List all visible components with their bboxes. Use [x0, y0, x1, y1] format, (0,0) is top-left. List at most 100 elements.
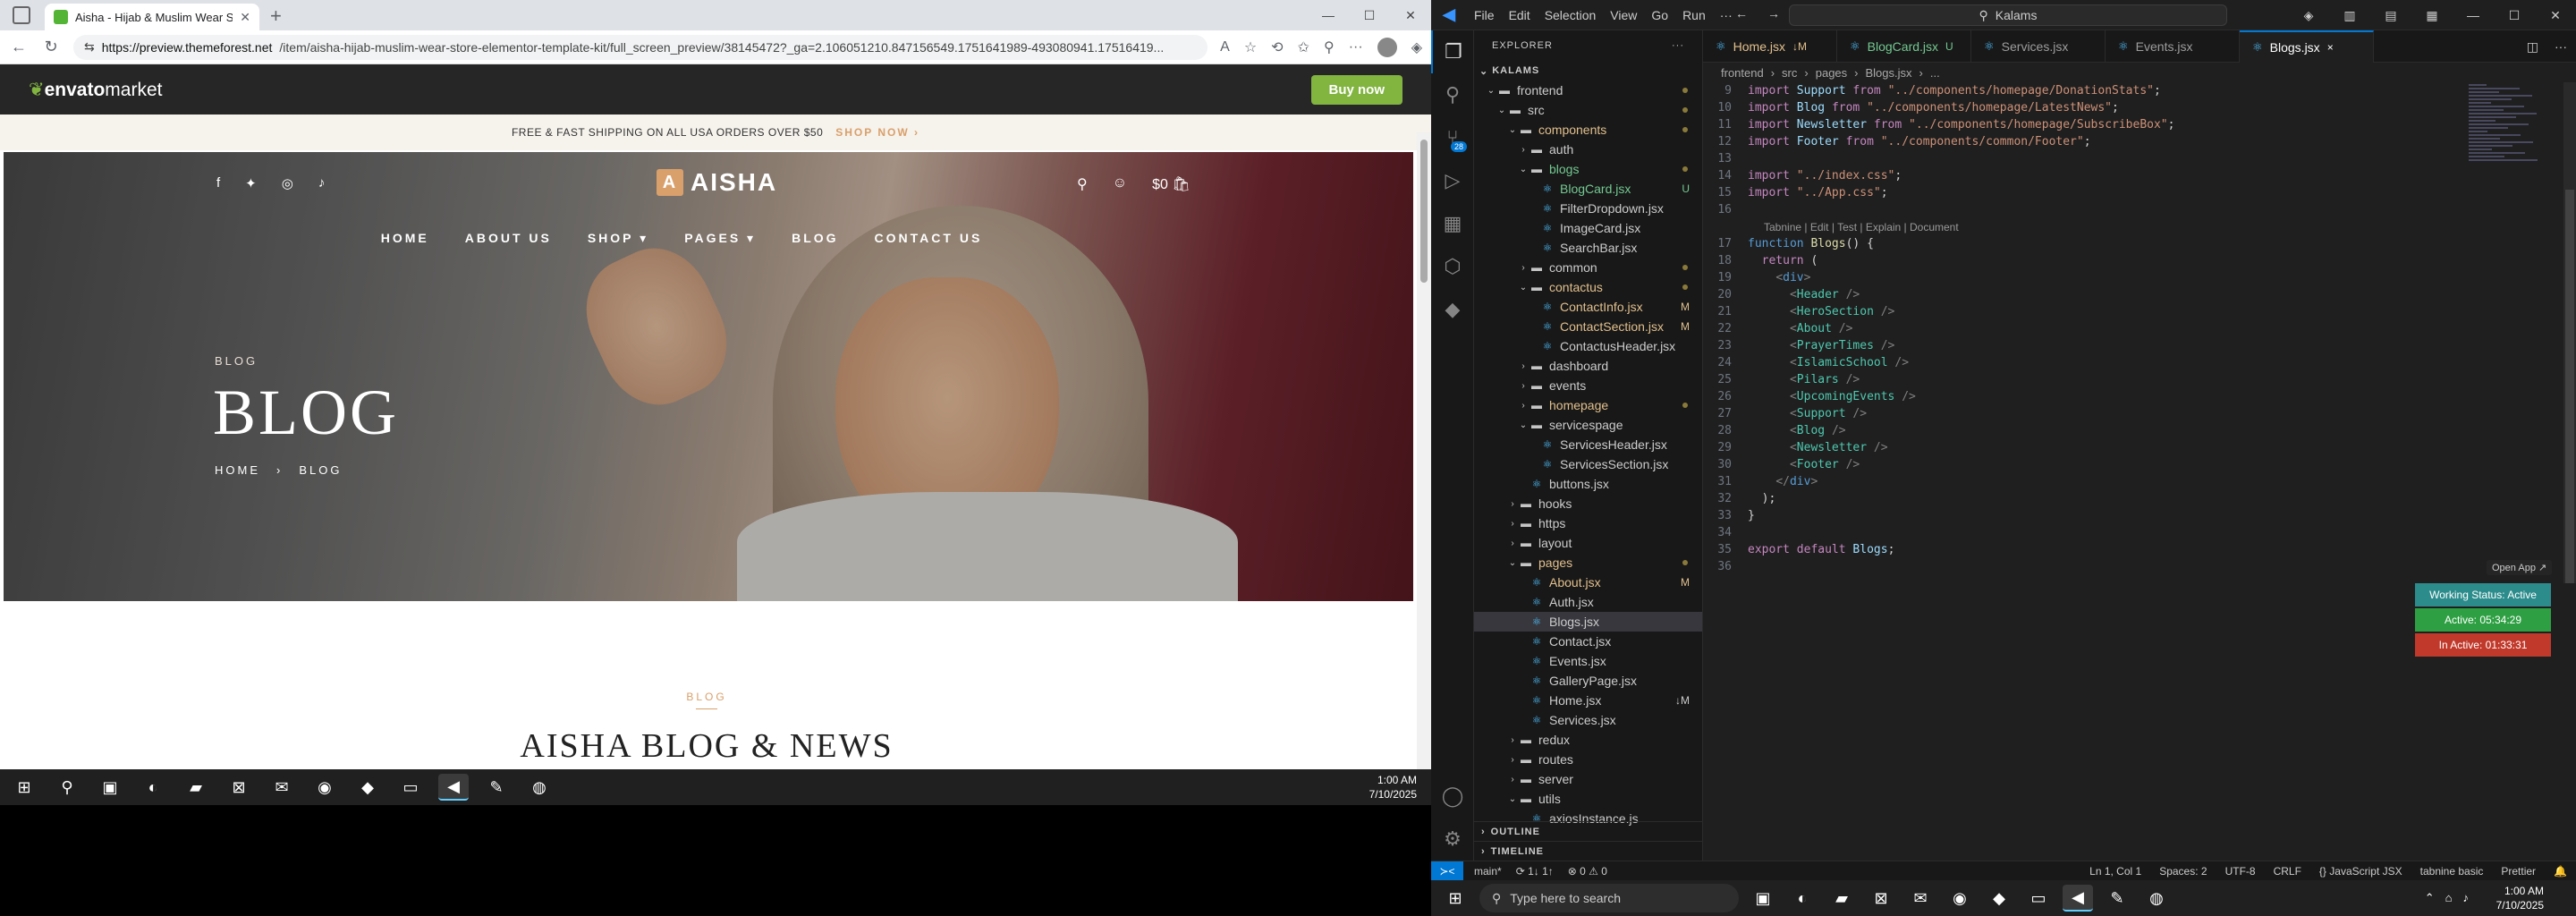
cursor-position[interactable]: Ln 1, Col 1 [2089, 865, 2141, 878]
code-line[interactable]: 36 [1703, 558, 2526, 575]
terminal-icon[interactable]: ▭ [2023, 885, 2054, 912]
code-line[interactable]: 33} [1703, 507, 2526, 524]
tabnine-icon[interactable]: ◆ [1431, 288, 1474, 331]
source-control-icon[interactable]: ⑂ 28 [1431, 116, 1474, 159]
close-window-icon[interactable]: ✕ [2535, 0, 2576, 30]
breadcrumb-item[interactable]: src [1782, 66, 1797, 80]
back-icon[interactable]: ← [9, 38, 29, 56]
menu-view[interactable]: View [1603, 8, 1644, 22]
tree-folder[interactable]: ⌄ ▬ pages [1474, 553, 1702, 572]
problems-count[interactable]: ⊗ 0 ⚠ 0 [1568, 865, 1607, 878]
code-line[interactable]: 22 <About /> [1703, 320, 2526, 337]
extensions-icon[interactable]: ▦ [1431, 202, 1474, 245]
go-back-icon[interactable]: ← [1735, 6, 1748, 21]
explorer-icon[interactable]: ❐ [1431, 30, 1474, 73]
vscode-icon[interactable]: ◀ [438, 774, 469, 801]
envato-logo[interactable]: ❦envatomarket [29, 79, 162, 101]
search-icon[interactable]: ⚲ [52, 774, 82, 801]
breadcrumb-item[interactable]: ... [1930, 66, 1940, 80]
tray-chevron-icon[interactable]: ⌃ [2425, 891, 2435, 905]
editor-tab[interactable]: ⚛ Services.jsx [1971, 30, 2106, 63]
reload-icon[interactable]: ↻ [41, 38, 61, 56]
edge-icon[interactable]: ◐ [1787, 885, 1818, 912]
chrome-icon[interactable]: ◉ [1945, 885, 1975, 912]
minimize-icon[interactable]: — [1308, 0, 1349, 30]
code-line[interactable]: 14 import "../index.css"; [1703, 167, 2526, 184]
open-app-button[interactable]: Open App ↗ [2487, 560, 2553, 575]
outline-section[interactable]: › OUTLINE [1474, 821, 1702, 841]
notifications-icon[interactable]: 🔔 [2554, 865, 2567, 878]
editor-scroll-thumb[interactable] [2565, 190, 2574, 583]
maximize-icon[interactable]: ☐ [1349, 0, 1390, 30]
close-tab-icon[interactable]: ✕ [240, 10, 250, 25]
code-view[interactable]: 9 import Support from "../components/home… [1703, 82, 2526, 575]
maximize-icon[interactable]: ☐ [2494, 0, 2535, 30]
taskbar-clock[interactable]: 1:00 AM 7/10/2025 [2496, 884, 2544, 912]
start-icon[interactable]: ⊞ [1440, 885, 1470, 912]
code-line[interactable]: 23 <PrayerTimes /> [1703, 337, 2526, 354]
tree-file[interactable]: ⚛ ServicesSection.jsx [1474, 454, 1702, 474]
tree-file[interactable]: ⚛ buttons.jsx [1474, 474, 1702, 494]
nav-home[interactable]: HOME [381, 231, 429, 246]
task-view-icon[interactable]: ▣ [95, 774, 125, 801]
tree-file[interactable]: ⚛ SearchBar.jsx [1474, 238, 1702, 258]
account-icon[interactable]: ◯ [1431, 775, 1474, 818]
git-branch[interactable]: main* [1474, 865, 1502, 878]
cart-button[interactable]: $0 🛍 [1152, 175, 1191, 193]
network-icon[interactable]: ⌂ [2445, 891, 2453, 905]
browser-tab[interactable]: Aisha - Hijab & Muslim Wear Sto... ✕ [45, 4, 259, 30]
page-scrollbar[interactable] [1417, 132, 1431, 769]
code-line[interactable]: 34 [1703, 524, 2526, 541]
facebook-icon[interactable]: f [216, 175, 220, 191]
breadcrumb-item[interactable]: Blogs.jsx [1866, 66, 1912, 80]
tree-folder[interactable]: › ▬ common [1474, 258, 1702, 277]
code-line[interactable]: 13 [1703, 150, 2526, 167]
tree-file[interactable]: ⚛ Home.jsx ↓M [1474, 691, 1702, 710]
tree-file[interactable]: ⚛ Auth.jsx [1474, 592, 1702, 612]
edge-icon[interactable]: ◐ [138, 774, 168, 801]
account-icon[interactable]: ☺ [1113, 175, 1127, 193]
task-view-icon[interactable]: ▣ [1748, 885, 1778, 912]
tree-file[interactable]: ⚛ Services.jsx [1474, 710, 1702, 730]
editor-tab[interactable]: ⚛ Home.jsx ↓M [1703, 30, 1837, 63]
shop-now-link[interactable]: SHOP NOW › [835, 126, 919, 139]
run-debug-icon[interactable]: ▷ [1431, 159, 1474, 202]
layout-icon[interactable]: ▦ [2411, 0, 2453, 30]
code-line[interactable]: 21 <HeroSection /> [1703, 303, 2526, 320]
tree-folder[interactable]: › ▬ homepage [1474, 395, 1702, 415]
code-line[interactable]: 29 <Newsletter /> [1703, 439, 2526, 456]
tree-folder[interactable]: › ▬ events [1474, 376, 1702, 395]
tree-file[interactable]: ⚛ ContactInfo.jsx M [1474, 297, 1702, 317]
code-line[interactable]: 19 <div> [1703, 269, 2526, 286]
encoding[interactable]: UTF-8 [2225, 865, 2256, 878]
code-line[interactable]: 12 import Footer from "../components/comm… [1703, 133, 2526, 150]
code-line[interactable]: 10 import Blog from "../components/homepa… [1703, 99, 2526, 116]
indentation[interactable]: Spaces: 2 [2159, 865, 2207, 878]
nav-pages[interactable]: PAGES ▾ [684, 231, 756, 246]
tree-folder[interactable]: ⌄ ▬ contactus [1474, 277, 1702, 297]
gear-icon[interactable]: ⚙ [1431, 818, 1474, 861]
minimize-icon[interactable]: — [2453, 0, 2494, 30]
tiktok-icon[interactable]: ♪ [318, 175, 326, 191]
instagram-icon[interactable]: ◎ [282, 175, 293, 191]
tree-file[interactable]: ⚛ Events.jsx [1474, 651, 1702, 671]
code-line[interactable]: 16 [1703, 201, 2526, 218]
code-line[interactable]: 28 <Blog /> [1703, 422, 2526, 439]
code-line[interactable]: 26 <UpcomingEvents /> [1703, 388, 2526, 405]
breadcrumb-item[interactable]: frontend [1721, 66, 1764, 80]
code-line[interactable]: 20 <Header /> [1703, 286, 2526, 303]
buy-now-button[interactable]: Buy now [1310, 74, 1402, 105]
remote-explorer-icon[interactable]: ⬡ [1431, 245, 1474, 288]
git-sync[interactable]: ⟳ 1↓ 1↑ [1516, 865, 1554, 878]
code-line[interactable]: 18 return ( [1703, 252, 2526, 269]
code-line[interactable]: 11 import Newsletter from "../components/… [1703, 116, 2526, 133]
editor-scrollbar[interactable] [2563, 82, 2576, 583]
file-explorer-icon[interactable]: ▰ [1826, 885, 1857, 912]
chrome-icon[interactable]: ◉ [309, 774, 340, 801]
editor-more-icon[interactable]: ··· [2555, 39, 2567, 55]
tree-file[interactable]: ⚛ FilterDropdown.jsx [1474, 199, 1702, 218]
code-line[interactable]: 17 function Blogs() { [1703, 235, 2526, 252]
nav-contact-us[interactable]: CONTACT US [875, 231, 983, 246]
tree-folder[interactable]: ⌄ ▬ frontend [1474, 81, 1702, 100]
command-center[interactable]: ⚲ Kalams [1789, 4, 2227, 26]
